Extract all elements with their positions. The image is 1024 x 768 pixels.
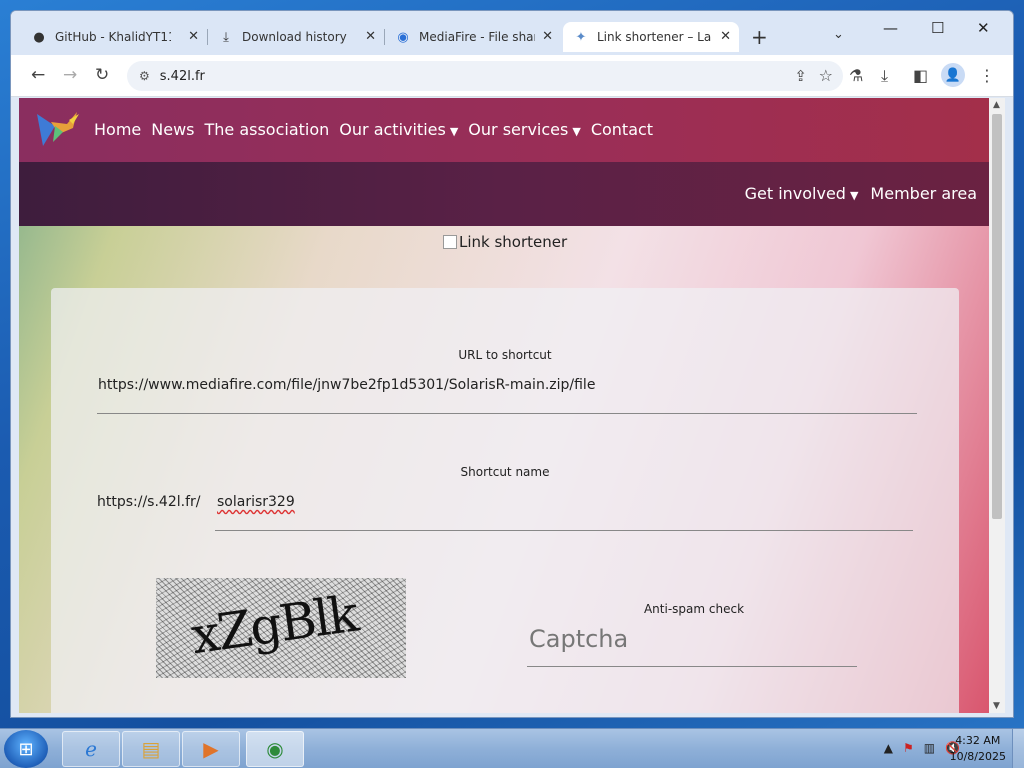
bookmark-star-icon[interactable]: ☆ xyxy=(819,66,833,85)
close-window-icon[interactable]: ✕ xyxy=(977,19,990,37)
page-scrollbar[interactable]: ▲ ▼ xyxy=(989,98,1005,713)
tab-title: MediaFire - File shar xyxy=(419,30,535,44)
captcha-input-underline xyxy=(527,666,857,667)
reload-icon[interactable]: ↻ xyxy=(95,65,109,85)
chevron-down-icon: ▼ xyxy=(572,125,581,138)
tab-link-shortener[interactable]: ✦ Link shortener – La C ✕ xyxy=(563,22,739,52)
url-label: URL to shortcut xyxy=(458,348,552,362)
chrome-icon[interactable]: ◉ xyxy=(246,731,304,767)
maximize-icon[interactable]: ☐ xyxy=(931,19,944,37)
tab-title: GitHub - KhalidYT11 xyxy=(55,30,171,44)
hummingbird-logo-icon[interactable] xyxy=(33,108,83,152)
hummingbird-icon: ✦ xyxy=(575,29,587,45)
hero-alt-text: Link shortener xyxy=(459,233,568,251)
shortcut-input-underline xyxy=(215,530,913,531)
nav-activities-label: Our activities xyxy=(339,120,446,139)
chevron-down-icon: ▼ xyxy=(449,125,459,138)
nav-news[interactable]: News xyxy=(151,120,194,139)
mediafire-icon: ◉ xyxy=(397,29,409,45)
tab-title: Download history xyxy=(242,30,347,44)
nav-get-involved-label: Get involved xyxy=(744,184,846,203)
address-bar[interactable]: ⚙ s.42l.fr ⇪ ☆ xyxy=(127,61,843,91)
shortcut-name-input[interactable]: solarisr329 xyxy=(217,494,295,510)
url-input[interactable]: https://www.mediafire.com/file/jnw7be2fp… xyxy=(98,377,595,393)
labs-flask-icon[interactable]: ⚗ xyxy=(849,66,863,85)
tab-github[interactable]: ● GitHub - KhalidYT11 ✕ xyxy=(21,22,207,52)
url-text[interactable]: s.42l.fr xyxy=(160,69,205,84)
nav-services[interactable]: Our services ▼ xyxy=(468,120,581,139)
tab-download-history[interactable]: ⤓ Download history ✕ xyxy=(208,22,384,52)
internet-explorer-icon[interactable]: ℯ xyxy=(62,731,120,767)
nav-member-area[interactable]: Member area xyxy=(870,184,977,203)
start-button[interactable]: ⊞ xyxy=(4,730,48,768)
primary-nav-links: Home News The association Our activities… xyxy=(94,120,653,139)
broken-image-icon xyxy=(443,235,457,249)
download-icon: ⤓ xyxy=(223,29,229,45)
profile-avatar-icon[interactable]: 👤 xyxy=(941,63,965,87)
chevron-down-icon: ▼ xyxy=(849,189,859,202)
clock-date: 10/8/2025 xyxy=(949,750,1006,763)
close-tab-icon[interactable]: ✕ xyxy=(365,29,376,44)
back-icon[interactable]: ← xyxy=(31,65,45,85)
share-icon[interactable]: ⇪ xyxy=(794,67,807,85)
tray-expand-icon[interactable]: ▲ xyxy=(884,741,893,755)
web-page: Home News The association Our activities… xyxy=(19,98,989,713)
tab-search-chevron-icon[interactable]: ⌄ xyxy=(833,27,844,42)
network-icon[interactable]: ▥ xyxy=(924,741,935,755)
side-panel-icon[interactable]: ◧ xyxy=(913,66,928,85)
browser-window: ● GitHub - KhalidYT11 ✕ ⤓ Download histo… xyxy=(10,10,1014,718)
url-input-underline xyxy=(97,413,917,414)
scrollbar-thumb[interactable] xyxy=(992,114,1002,519)
tab-mediafire[interactable]: ◉ MediaFire - File shar ✕ xyxy=(385,22,561,52)
nav-activities[interactable]: Our activities ▼ xyxy=(339,120,458,139)
captcha-input[interactable]: Captcha xyxy=(529,625,628,653)
site-info-icon[interactable]: ⚙ xyxy=(139,69,150,83)
clock-time: 4:32 AM xyxy=(955,734,1001,747)
new-tab-icon[interactable]: + xyxy=(751,25,768,49)
action-center-icon[interactable]: ⚑ xyxy=(903,741,914,755)
show-desktop-button[interactable] xyxy=(1012,729,1024,768)
captcha-image: xZgBlk xyxy=(156,578,406,678)
github-icon: ● xyxy=(33,29,45,45)
nav-contact[interactable]: Contact xyxy=(591,120,653,139)
close-tab-icon[interactable]: ✕ xyxy=(720,29,731,44)
downloads-icon[interactable]: ⤓ xyxy=(881,66,888,86)
broken-hero-image: Link shortener xyxy=(443,233,567,251)
media-player-icon[interactable]: ▶ xyxy=(182,731,240,767)
nav-get-involved[interactable]: Get involved ▼ xyxy=(745,184,859,203)
shortcut-label: Shortcut name xyxy=(460,465,550,479)
nav-services-label: Our services xyxy=(468,120,569,139)
file-explorer-icon[interactable]: ▤ xyxy=(122,731,180,767)
system-tray: ▲ ⚑ ▥ 🔇 xyxy=(884,741,960,755)
primary-navbar: Home News The association Our activities… xyxy=(19,98,989,162)
secondary-navbar: Get involved ▼ Member area xyxy=(19,162,989,226)
shortcut-prefix: https://s.42l.fr/ xyxy=(97,494,201,510)
nav-home[interactable]: Home xyxy=(94,120,141,139)
shortener-form-card: URL to shortcut https://www.mediafire.co… xyxy=(51,288,959,713)
tab-strip: ● GitHub - KhalidYT11 ✕ ⤓ Download histo… xyxy=(11,11,1013,55)
scroll-up-icon[interactable]: ▲ xyxy=(993,100,1000,110)
tab-title: Link shortener – La C xyxy=(597,30,713,44)
minimize-icon[interactable]: — xyxy=(883,19,898,37)
windows-taskbar: ⊞ ℯ ▤ ▶ ◉ ▲ ⚑ ▥ 🔇 4:32 AM 10/8/2025 xyxy=(0,728,1024,768)
browser-toolbar: ← → ↻ ⚙ s.42l.fr ⇪ ☆ ⚗ ⤓ ◧ 👤 ⋮ xyxy=(11,55,1013,97)
captcha-image-text: xZgBlk xyxy=(187,584,361,666)
menu-kebab-icon[interactable]: ⋮ xyxy=(979,66,995,85)
clock[interactable]: 4:32 AM 10/8/2025 xyxy=(950,733,1006,765)
close-tab-icon[interactable]: ✕ xyxy=(542,29,553,44)
antispam-label: Anti-spam check xyxy=(643,602,745,616)
nav-association[interactable]: The association xyxy=(204,120,329,139)
scroll-down-icon[interactable]: ▼ xyxy=(993,701,1000,711)
forward-icon[interactable]: → xyxy=(63,65,77,85)
close-tab-icon[interactable]: ✕ xyxy=(188,29,199,44)
